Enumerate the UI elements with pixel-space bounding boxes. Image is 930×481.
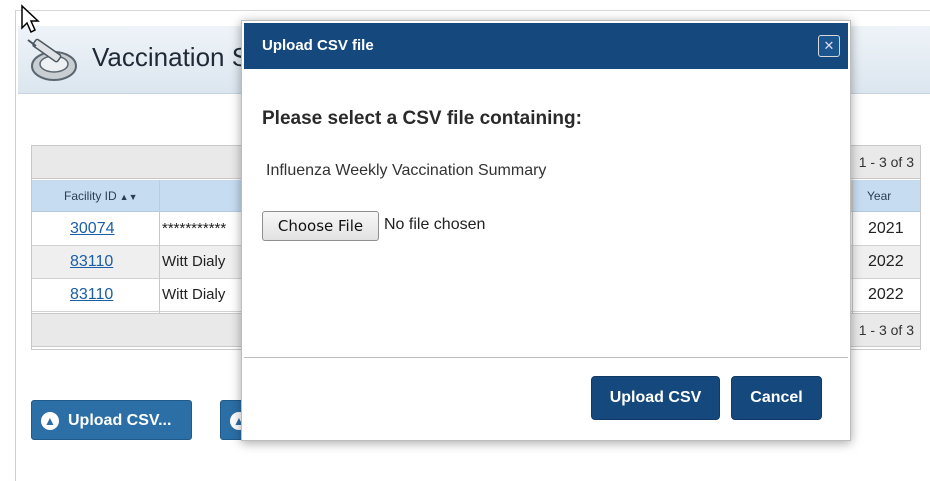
sort-icon[interactable]: ▲▼ (120, 192, 138, 202)
upload-icon: ▲ (41, 412, 59, 430)
facility-name: *********** (162, 220, 227, 237)
cancel-button[interactable]: Cancel (731, 376, 822, 420)
upload-csv-dialog: Upload CSV file ✕ Please select a CSV fi… (241, 20, 851, 441)
upload-csv-page-label: Upload CSV... (68, 412, 172, 429)
file-type-description: Influenza Weekly Vaccination Summary (266, 162, 547, 179)
column-facility-id[interactable]: Facility ID ▲▼ (64, 189, 138, 203)
mouse-cursor-icon (21, 4, 40, 34)
column-year[interactable]: Year (867, 189, 891, 203)
column-divider (159, 180, 160, 313)
column-divider (852, 180, 853, 313)
dialog-title: Upload CSV file (262, 37, 374, 54)
close-icon[interactable]: ✕ (818, 35, 840, 57)
row-year: 2022 (868, 253, 904, 270)
dialog-header: Upload CSV file ✕ (244, 23, 848, 69)
page-title: Vaccination S (92, 42, 242, 72)
row-year: 2021 (868, 220, 904, 237)
facility-id-link[interactable]: 30074 (70, 220, 115, 238)
dialog-divider (244, 357, 848, 358)
choose-file-button[interactable]: Choose File (262, 211, 379, 241)
syringe-icon (27, 38, 77, 81)
upload-csv-page-button[interactable]: ▲ Upload CSV... (31, 400, 192, 440)
file-status: No file chosen (384, 216, 486, 233)
row-year: 2022 (868, 286, 904, 303)
column-facility-id-label: Facility ID (64, 189, 117, 203)
dialog-heading: Please select a CSV file containing: (262, 108, 582, 129)
facility-name: Witt Dialy (162, 253, 226, 270)
facility-id-link[interactable]: 83110 (70, 253, 113, 271)
pager-count: 1 - 3 of 3 (858, 322, 914, 338)
facility-name: Witt Dialy (162, 286, 226, 303)
pager-count: 1 - 3 of 3 (858, 154, 914, 170)
upload-csv-button[interactable]: Upload CSV (591, 376, 720, 420)
facility-id-link[interactable]: 83110 (70, 286, 113, 304)
